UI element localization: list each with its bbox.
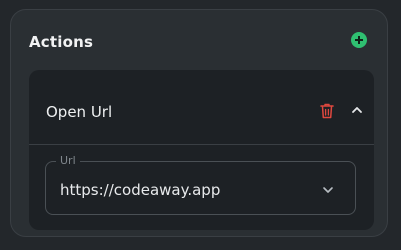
add-action-icon[interactable] (351, 32, 367, 48)
url-value: https://codeaway.app (60, 181, 221, 199)
action-card-header[interactable]: Open Url (29, 70, 374, 145)
trash-icon[interactable] (320, 103, 334, 119)
actions-panel: Actions Open Url Url https://codeaway.ap… (10, 9, 388, 237)
url-select[interactable]: Url https://codeaway.app (45, 154, 356, 215)
chevron-up-icon[interactable] (351, 105, 363, 115)
url-label: Url (56, 154, 80, 167)
action-card: Open Url Url https://codeaway.app (29, 70, 374, 230)
panel-title: Actions (29, 33, 94, 51)
chevron-down-icon[interactable] (322, 186, 334, 194)
action-title: Open Url (46, 103, 113, 121)
